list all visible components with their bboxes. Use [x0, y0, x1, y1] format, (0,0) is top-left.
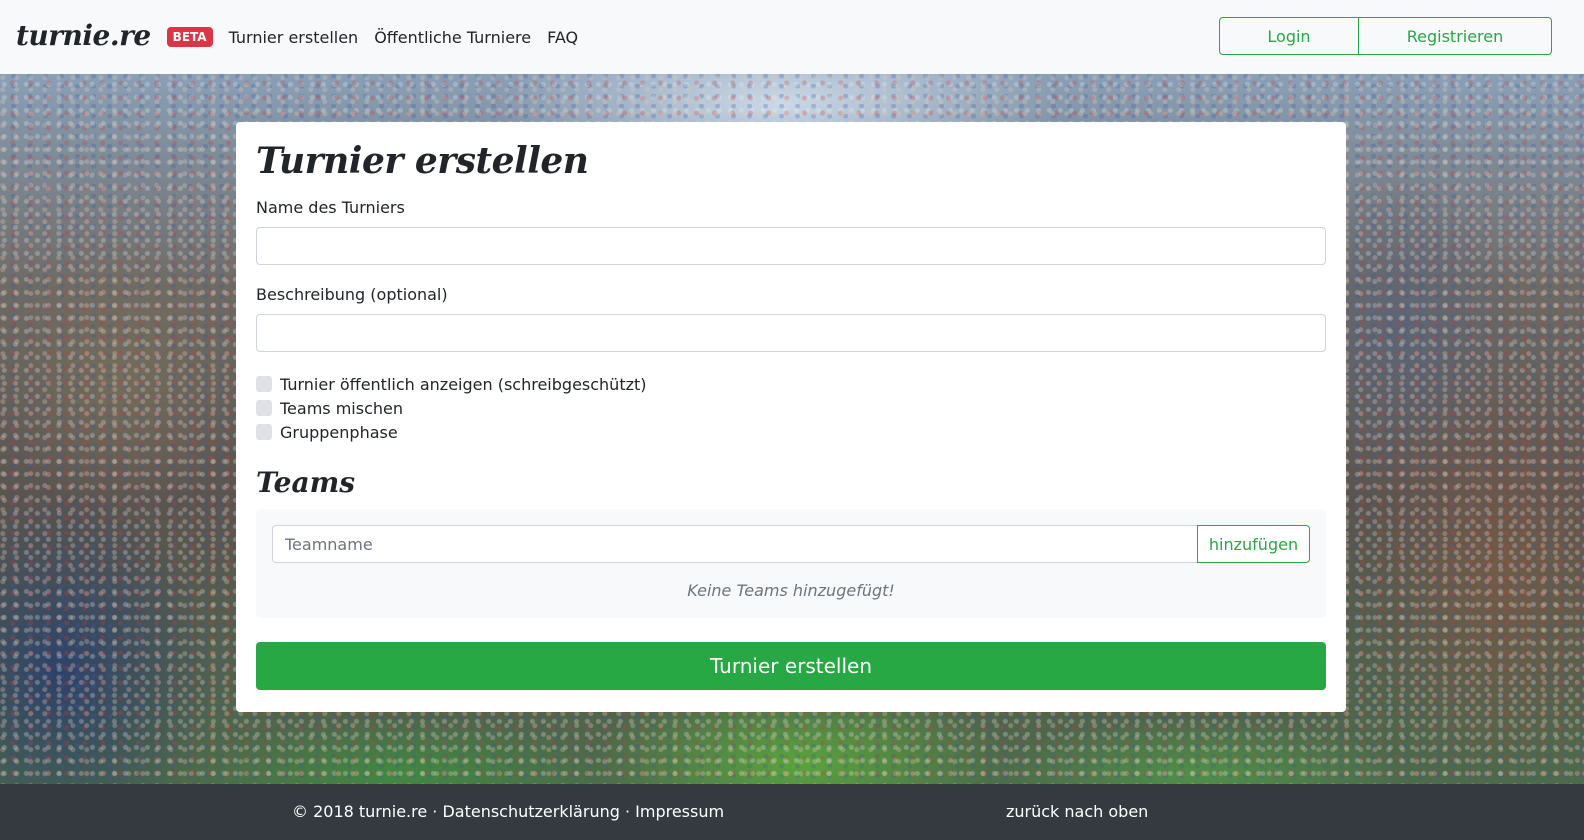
auth-button-group: Login Registrieren [1219, 17, 1552, 55]
checkbox-row-group-phase[interactable]: Gruppenphase [256, 420, 1326, 444]
description-label: Beschreibung (optional) [256, 285, 448, 304]
teams-heading: Teams [256, 466, 355, 499]
footer-separator: · [427, 802, 443, 821]
imprint-link[interactable]: Impressum [635, 802, 724, 821]
beta-badge: BETA [166, 27, 213, 47]
shuffle-teams-label: Teams mischen [280, 398, 403, 418]
checkbox-row-shuffle[interactable]: Teams mischen [256, 396, 1326, 420]
nav-link-faq[interactable]: FAQ [547, 28, 578, 47]
team-input-group: hinzufügen [272, 525, 1310, 563]
tournament-name-input[interactable] [256, 227, 1326, 265]
footer-separator: · [619, 802, 636, 821]
create-tournament-button[interactable]: Turnier erstellen [256, 642, 1326, 690]
team-name-input[interactable] [272, 525, 1197, 563]
checkbox-row-public[interactable]: Turnier öffentlich anzeigen (schreibgesc… [256, 372, 1326, 396]
tournament-name-label: Name des Turniers [256, 198, 405, 217]
shuffle-teams-checkbox[interactable] [256, 400, 272, 416]
description-input[interactable] [256, 314, 1326, 352]
add-team-button[interactable]: hinzufügen [1197, 525, 1310, 563]
group-phase-label: Gruppenphase [280, 422, 398, 442]
public-checkbox[interactable] [256, 376, 272, 392]
brand-logo[interactable]: turnie.re [16, 19, 151, 52]
login-button[interactable]: Login [1219, 17, 1359, 55]
footer: © 2018 turnie.re · Datenschutzerklärung … [0, 784, 1584, 840]
navbar: turnie.re BETA Turnier erstellen Öffentl… [0, 0, 1584, 74]
nav-link-create-tournament[interactable]: Turnier erstellen [229, 28, 359, 47]
public-checkbox-label: Turnier öffentlich anzeigen (schreibgesc… [280, 374, 647, 394]
page-title: Turnier erstellen [256, 140, 589, 182]
privacy-link[interactable]: Datenschutzerklärung [442, 802, 619, 821]
create-tournament-card: Turnier erstellen Name des Turniers Besc… [236, 122, 1346, 712]
footer-links: © 2018 turnie.re · Datenschutzerklärung … [292, 802, 724, 821]
copyright-text: © 2018 turnie.re [292, 802, 428, 821]
register-button[interactable]: Registrieren [1359, 17, 1552, 55]
nav-link-public-tournaments[interactable]: Öffentliche Turniere [374, 28, 531, 47]
teams-panel: hinzufügen Keine Teams hinzugefügt! [256, 509, 1326, 618]
back-to-top-link[interactable]: zurück nach oben [1006, 802, 1148, 821]
empty-teams-message: Keine Teams hinzugefügt! [687, 581, 895, 600]
group-phase-checkbox[interactable] [256, 424, 272, 440]
